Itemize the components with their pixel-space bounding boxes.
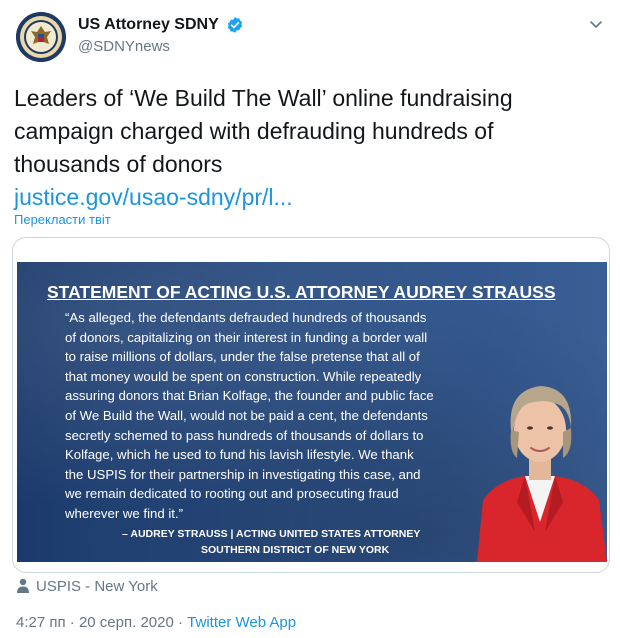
- meta-separator: ·: [65, 614, 79, 631]
- doj-seal-icon: [16, 12, 66, 62]
- tweet-location[interactable]: USPIS - New York: [16, 578, 158, 595]
- statement-signature: – AUDREY STRAUSS | ACTING UNITED STATES …: [122, 528, 421, 540]
- statement-line: the USPIS for their partnership in inves…: [65, 466, 421, 482]
- tweet-date[interactable]: 20 серп. 2020: [79, 614, 174, 631]
- person-icon: [17, 578, 29, 593]
- location-label: USPIS - New York: [36, 578, 158, 595]
- statement-line: Kolfage, which he used to fund his lavis…: [65, 447, 414, 463]
- tweet-text-line: Leaders of ‘We Build The Wall’ online fu…: [14, 85, 513, 111]
- portrait-photo: [477, 386, 607, 562]
- account-handle[interactable]: @SDNYnews: [78, 38, 244, 55]
- tweet-header: US Attorney SDNY @SDNYnews: [16, 12, 606, 64]
- avatar[interactable]: [16, 12, 66, 62]
- meta-separator: ·: [173, 614, 188, 631]
- statement-line: wherever we find it.”: [65, 505, 183, 521]
- tweet-link[interactable]: justice.gov/usao-sdny/pr/l...: [14, 184, 293, 210]
- statement-line: we remain dedicated to rooting out and p…: [65, 486, 399, 502]
- statement-line: secretly schemed to pass hundreds of tho…: [65, 427, 424, 443]
- statement-line: of We Build the Wall, would not be paid …: [65, 407, 428, 423]
- tweet-metadata: 4:27 пп · 20 серп. 2020 · Twitter Web Ap…: [16, 614, 296, 631]
- statement-signature-office: SOUTHERN DISTRICT OF NEW YORK: [201, 544, 390, 556]
- statement-line: that money would be spent on constructio…: [65, 368, 422, 384]
- statement-line: of donors, capitalizing on their interes…: [65, 329, 428, 345]
- display-name[interactable]: US Attorney SDNY: [78, 16, 219, 34]
- translate-tweet-link[interactable]: Перекласти твіт: [14, 212, 111, 227]
- statement-line: “As alleged, the defendants defrauded hu…: [65, 310, 427, 325]
- tweet-text: Leaders of ‘We Build The Wall’ online fu…: [14, 82, 594, 214]
- statement-line: to raise millions of dollars, under the …: [65, 349, 420, 365]
- tweet-time[interactable]: 4:27 пп: [16, 614, 66, 631]
- chevron-down-icon[interactable]: [586, 14, 606, 34]
- statement-title: STATEMENT OF ACTING U.S. ATTORNEY AUDREY…: [47, 282, 556, 302]
- tweet-image-card[interactable]: STATEMENT OF ACTING U.S. ATTORNEY AUDREY…: [12, 237, 610, 573]
- statement-image: STATEMENT OF ACTING U.S. ATTORNEY AUDREY…: [17, 262, 607, 562]
- tweet-text-line: campaign charged with defrauding hundred…: [14, 118, 494, 144]
- verified-badge-icon: [228, 17, 243, 33]
- account-name-block[interactable]: US Attorney SDNY @SDNYnews: [78, 16, 244, 55]
- statement-line: assuring donors that Brian Kolfage, the …: [65, 388, 434, 404]
- tweet-source-app[interactable]: Twitter Web App: [187, 614, 296, 631]
- tweet-text-line: thousands of donors: [14, 151, 223, 177]
- statement-body: “As alleged, the defendants defrauded hu…: [65, 308, 485, 524]
